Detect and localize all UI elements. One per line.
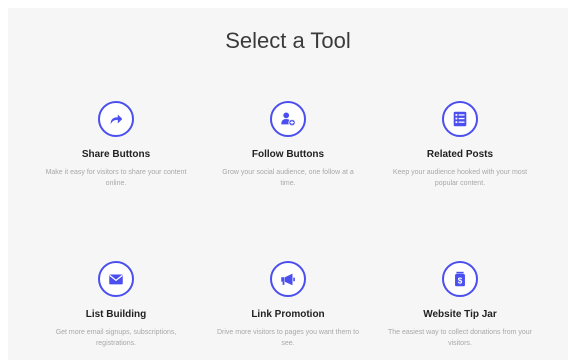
tool-card-share-buttons[interactable]: Share Buttons Make it easy for visitors …: [31, 101, 201, 189]
tool-description: The easiest way to collect donations fro…: [388, 329, 532, 347]
megaphone-icon: [270, 261, 306, 297]
share-arrow-icon: [98, 101, 134, 137]
list-icon: [442, 101, 478, 137]
tool-card-link-promotion[interactable]: Link Promotion Drive more visitors to pa…: [203, 261, 373, 349]
tool-name: List Building: [85, 309, 147, 320]
tool-selection-panel: Select a Tool Share Buttons Make it easy…: [8, 8, 568, 360]
tool-description: Grow your social audience, one follow at…: [222, 169, 354, 187]
dollar-jar-icon: $: [442, 261, 478, 297]
tool-name: Link Promotion: [251, 309, 325, 320]
tool-card-website-tip-jar[interactable]: $ Website Tip Jar The easiest way to col…: [375, 261, 545, 349]
tool-name: Share Buttons: [81, 149, 151, 160]
tool-name: Related Posts: [426, 149, 494, 160]
tool-name: Follow Buttons: [251, 149, 325, 160]
add-user-icon: [270, 101, 306, 137]
tool-description: Make it easy for visitors to share your …: [45, 169, 187, 187]
tool-description: Drive more visitors to pages you want th…: [216, 329, 359, 347]
tool-name: Website Tip Jar: [423, 309, 497, 320]
tool-card-list-building[interactable]: List Building Get more email signups, su…: [31, 261, 201, 349]
tool-description: Keep your audience hooked with your most…: [392, 169, 528, 187]
tool-card-follow-buttons[interactable]: Follow Buttons Grow your social audience…: [203, 101, 373, 189]
envelope-icon: [98, 261, 134, 297]
page-title: Select a Tool: [225, 28, 351, 53]
svg-text:$: $: [458, 277, 463, 286]
tool-description: Get more email signups, subscriptions, r…: [55, 329, 177, 347]
tool-card-related-posts[interactable]: Related Posts Keep your audience hooked …: [375, 101, 545, 189]
